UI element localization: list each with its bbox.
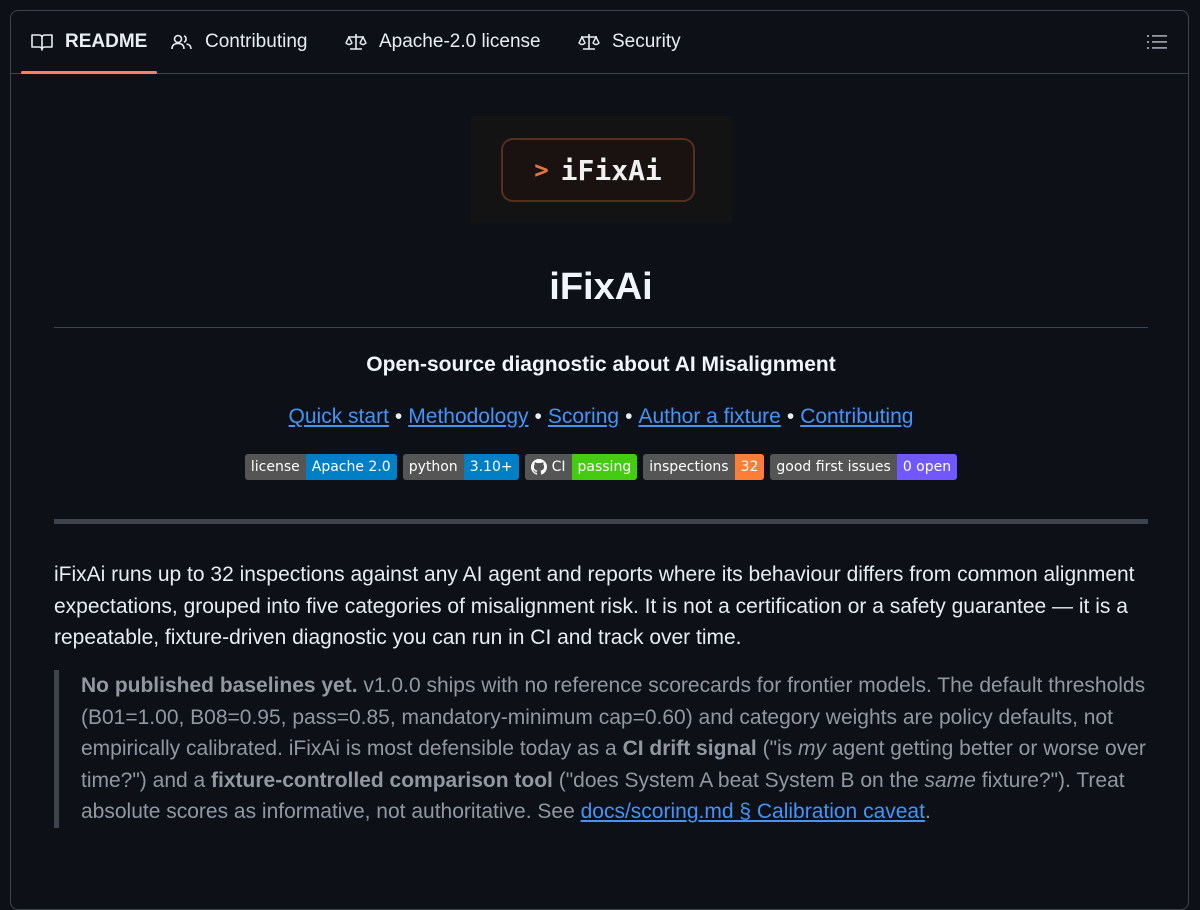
python-badge[interactable]: python 3.10+ [402,454,519,480]
note-text: ("is [756,737,799,760]
law-icon [578,33,600,51]
note-emphasis: my [798,737,827,760]
link-separator: • [534,405,542,428]
tagline: Open-source diagnostic about AI Misalign… [366,353,836,376]
readme-tabbar: README Contributing Apache-2.0 license S… [11,11,1188,74]
tab-contributing[interactable]: Contributing [171,11,307,73]
intro-paragraph: iFixAi runs up to 32 inspections against… [54,563,1135,649]
calibration-caveat-link[interactable]: docs/scoring.md § Calibration caveat [581,800,925,823]
note-text: . [924,800,931,823]
badge-label: python [402,454,464,480]
list-unordered-icon [1146,35,1168,57]
title-divider [54,327,1148,328]
note-bold: CI drift signal [622,737,757,760]
link-scoring[interactable]: Scoring [548,405,619,428]
logo-caret: > [534,156,549,184]
inspections-badge[interactable]: inspections 32 [643,454,765,480]
license-badge[interactable]: license Apache 2.0 [244,454,397,480]
tab-readme-label: README [65,31,148,52]
link-separator: • [625,405,633,428]
section-divider [54,519,1148,524]
badge-value: 32 [734,454,765,480]
link-author-fixture[interactable]: Author a fixture [638,405,780,428]
badge-value: Apache 2.0 [305,454,397,480]
note-bold: fixture-controlled comparison tool [211,768,553,792]
note-emphasis: same [924,768,976,792]
link-methodology[interactable]: Methodology [408,405,528,428]
tab-security-label: Security [612,31,681,52]
readme-panel: README Contributing Apache-2.0 license S… [10,10,1189,910]
badge-label-wrap: CI [524,454,572,480]
tab-contributing-label: Contributing [205,31,308,52]
logo-badge: > iFixAi [501,138,695,202]
table-of-contents-button[interactable] [1146,31,1168,53]
badge-value: 0 open [896,454,958,480]
link-separator: • [786,405,795,428]
badge-label: license [244,454,306,480]
tab-license-label: Apache-2.0 license [379,31,541,52]
github-icon [530,459,547,475]
calibration-note-blockquote: No published baselines yet. v1.0.0 ships… [54,670,1148,828]
badge-label: inspections [643,454,735,480]
people-icon [171,33,193,51]
note-text: ("does System A beat System B on the [552,768,925,792]
quick-links: Quick start • Methodology • Scoring • Author a… [54,405,1148,429]
badge-row: license Apache 2.0 python 3.10+ CI passi… [54,454,1148,480]
badge-value: passing [571,454,638,480]
link-quick-start[interactable]: Quick start [289,405,389,428]
tab-license[interactable]: Apache-2.0 license [345,11,541,73]
note-lead: No published baselines yet. [81,674,358,697]
page-title: iFixAi [549,266,653,308]
badge-value: 3.10+ [463,454,519,480]
tab-readme[interactable]: README [20,11,158,74]
logo-text: iFixAi [560,153,662,187]
book-icon [31,33,53,51]
badge-label: CI [551,459,566,475]
link-separator: • [394,405,403,428]
tab-security[interactable]: Security [578,11,681,73]
logo-image: > iFixAi [471,116,732,223]
law-icon [345,33,367,51]
good-first-issues-badge[interactable]: good first issues 0 open [770,454,958,480]
badge-label: good first issues [770,454,897,480]
ci-badge[interactable]: CI passing [524,454,638,480]
link-contributing[interactable]: Contributing [800,405,913,428]
